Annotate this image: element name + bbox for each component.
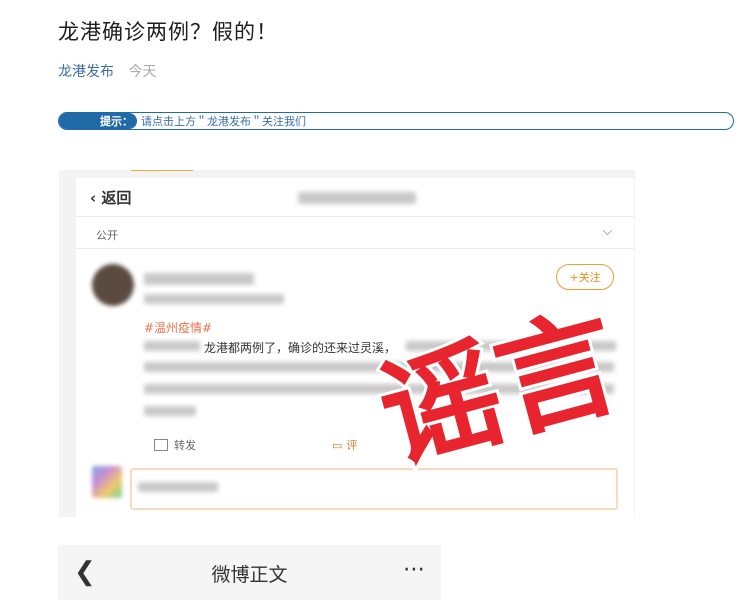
weibo-screenshot: ‹ 返回 公开 ⌵ +关注 #温州疫情# 龙港都两例了，确诊的还来过灵溪， 转发…: [59, 170, 635, 517]
article-title: 龙港确诊两例？假的！: [58, 20, 278, 44]
commenter-avatar: [92, 466, 122, 498]
tip-text: 请点击上方＂龙港发布＂关注我们: [141, 115, 306, 128]
repost-icon: [154, 439, 168, 451]
back-label: 返回: [101, 189, 132, 207]
hashtag: #温州疫情#: [144, 321, 213, 335]
tip-label: 提示：: [59, 113, 137, 129]
chevron-left-icon: ‹: [90, 189, 97, 207]
screenshot-header: ‹ 返回: [76, 178, 634, 217]
blurred-line: [144, 406, 196, 416]
blurred-username: [298, 192, 416, 204]
blurred-comment: [138, 482, 218, 492]
author-link[interactable]: 龙港发布: [58, 64, 114, 80]
divider: [76, 248, 634, 249]
rumor-stamp: 谣言: [363, 289, 635, 491]
comment-icon: ▭: [332, 438, 343, 452]
repost-action: 转发: [154, 437, 196, 453]
publish-date: 今天: [128, 64, 157, 80]
blurred-prefix: [144, 341, 200, 351]
rumor-stamp-text: 谣言: [366, 292, 634, 488]
comment-box: [130, 468, 618, 510]
comment-label: 评: [346, 439, 358, 452]
more-dots-icon[interactable]: ⋯: [403, 557, 427, 582]
visibility-label: 公开: [96, 229, 118, 242]
blurred-name: [144, 273, 254, 285]
article-meta: 龙港发布 今天: [58, 61, 156, 81]
nav-title: 微博正文: [211, 564, 288, 586]
bottom-nav: ❮ 微博正文 ⋯: [58, 545, 441, 600]
avatar: [92, 264, 134, 306]
chevron-down-icon: ⌵: [602, 224, 612, 238]
repost-label: 转发: [174, 439, 196, 452]
weibo-card: ‹ 返回 公开 ⌵ +关注 #温州疫情# 龙港都两例了，确诊的还来过灵溪， 转发…: [76, 178, 635, 517]
comment-action: ▭ 评: [332, 437, 357, 453]
back-link: ‹ 返回: [90, 187, 131, 208]
tab-indicator: [131, 170, 193, 171]
blurred-time: [144, 294, 284, 304]
tip-bar: 提示： 请点击上方＂龙港发布＂关注我们: [58, 112, 734, 130]
